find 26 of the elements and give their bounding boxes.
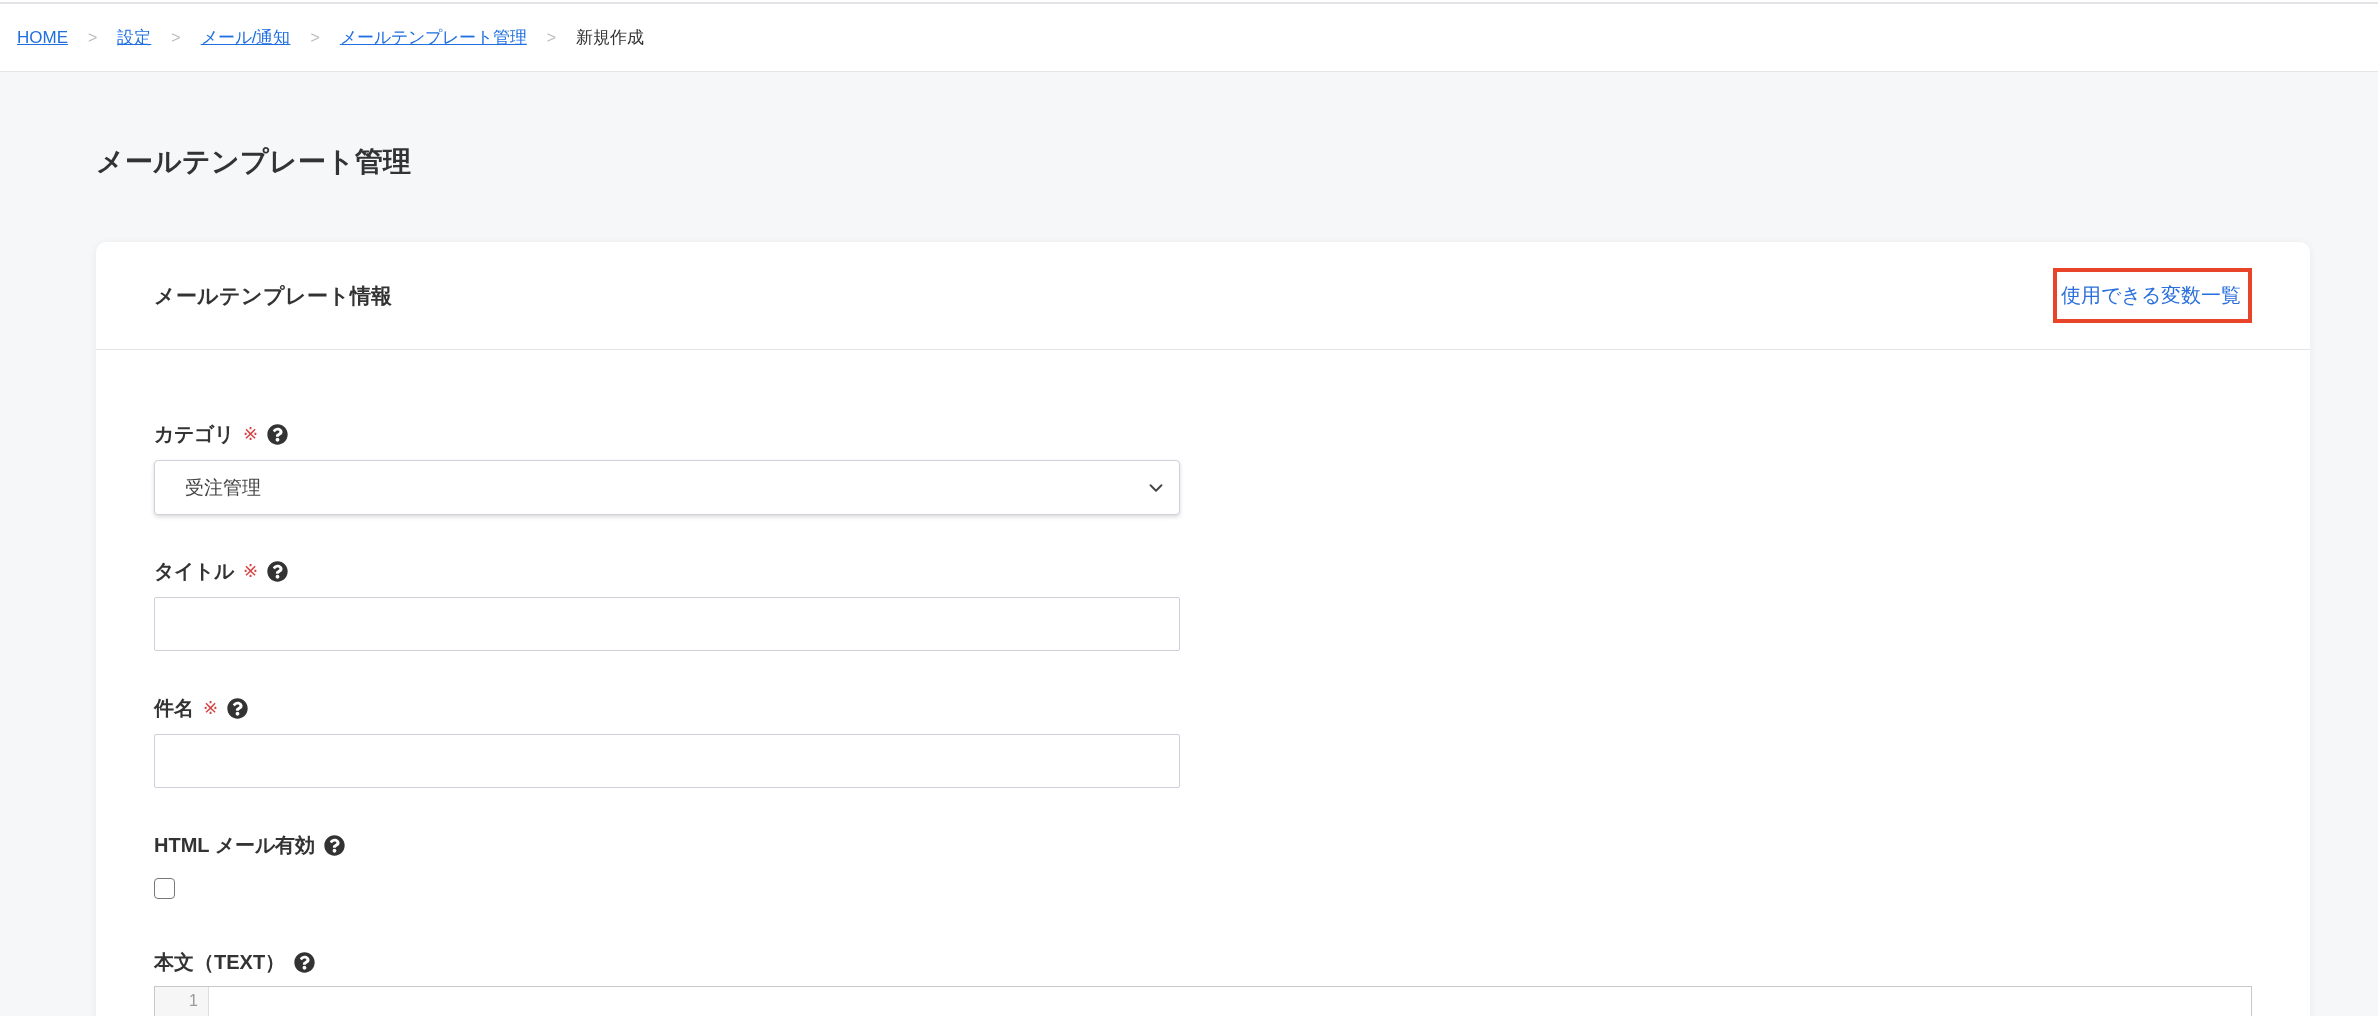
breadcrumb-link[interactable]: メールテンプレート管理 [339,26,527,49]
breadcrumb-current: 新規作成 [576,27,645,49]
required-mark: ※ [203,697,219,719]
breadcrumb-link[interactable]: メール/通知 [200,26,291,49]
breadcrumb-link[interactable]: 設定 [117,26,152,49]
breadcrumb-separator: > [87,28,99,47]
select-field[interactable]: 受注管理 [154,460,1180,515]
variables-link[interactable]: 使用できる変数一覧 [2061,282,2241,309]
line-number: 1 [189,991,198,1011]
input-field[interactable] [154,597,1180,651]
required-mark: ※ [243,560,259,582]
card-title: メールテンプレート情報 [154,282,392,309]
breadcrumb-separator: > [309,28,321,47]
breadcrumb-separator: > [170,28,182,47]
input-field[interactable] [154,734,1180,788]
field-label: タイトル [154,558,234,584]
breadcrumb-link[interactable]: HOME [17,27,68,48]
text-editor[interactable]: 1 [154,986,2252,1016]
page-title: メールテンプレート管理 [96,145,411,179]
field-label: 件名 [154,695,194,721]
breadcrumb-separator: > [545,28,558,47]
required-mark: ※ [243,423,259,445]
field-label: 本文（TEXT） [154,949,286,975]
field-label: HTML メール有効 [154,832,315,858]
checkbox[interactable] [154,878,175,899]
field-label: カテゴリ [154,421,234,447]
